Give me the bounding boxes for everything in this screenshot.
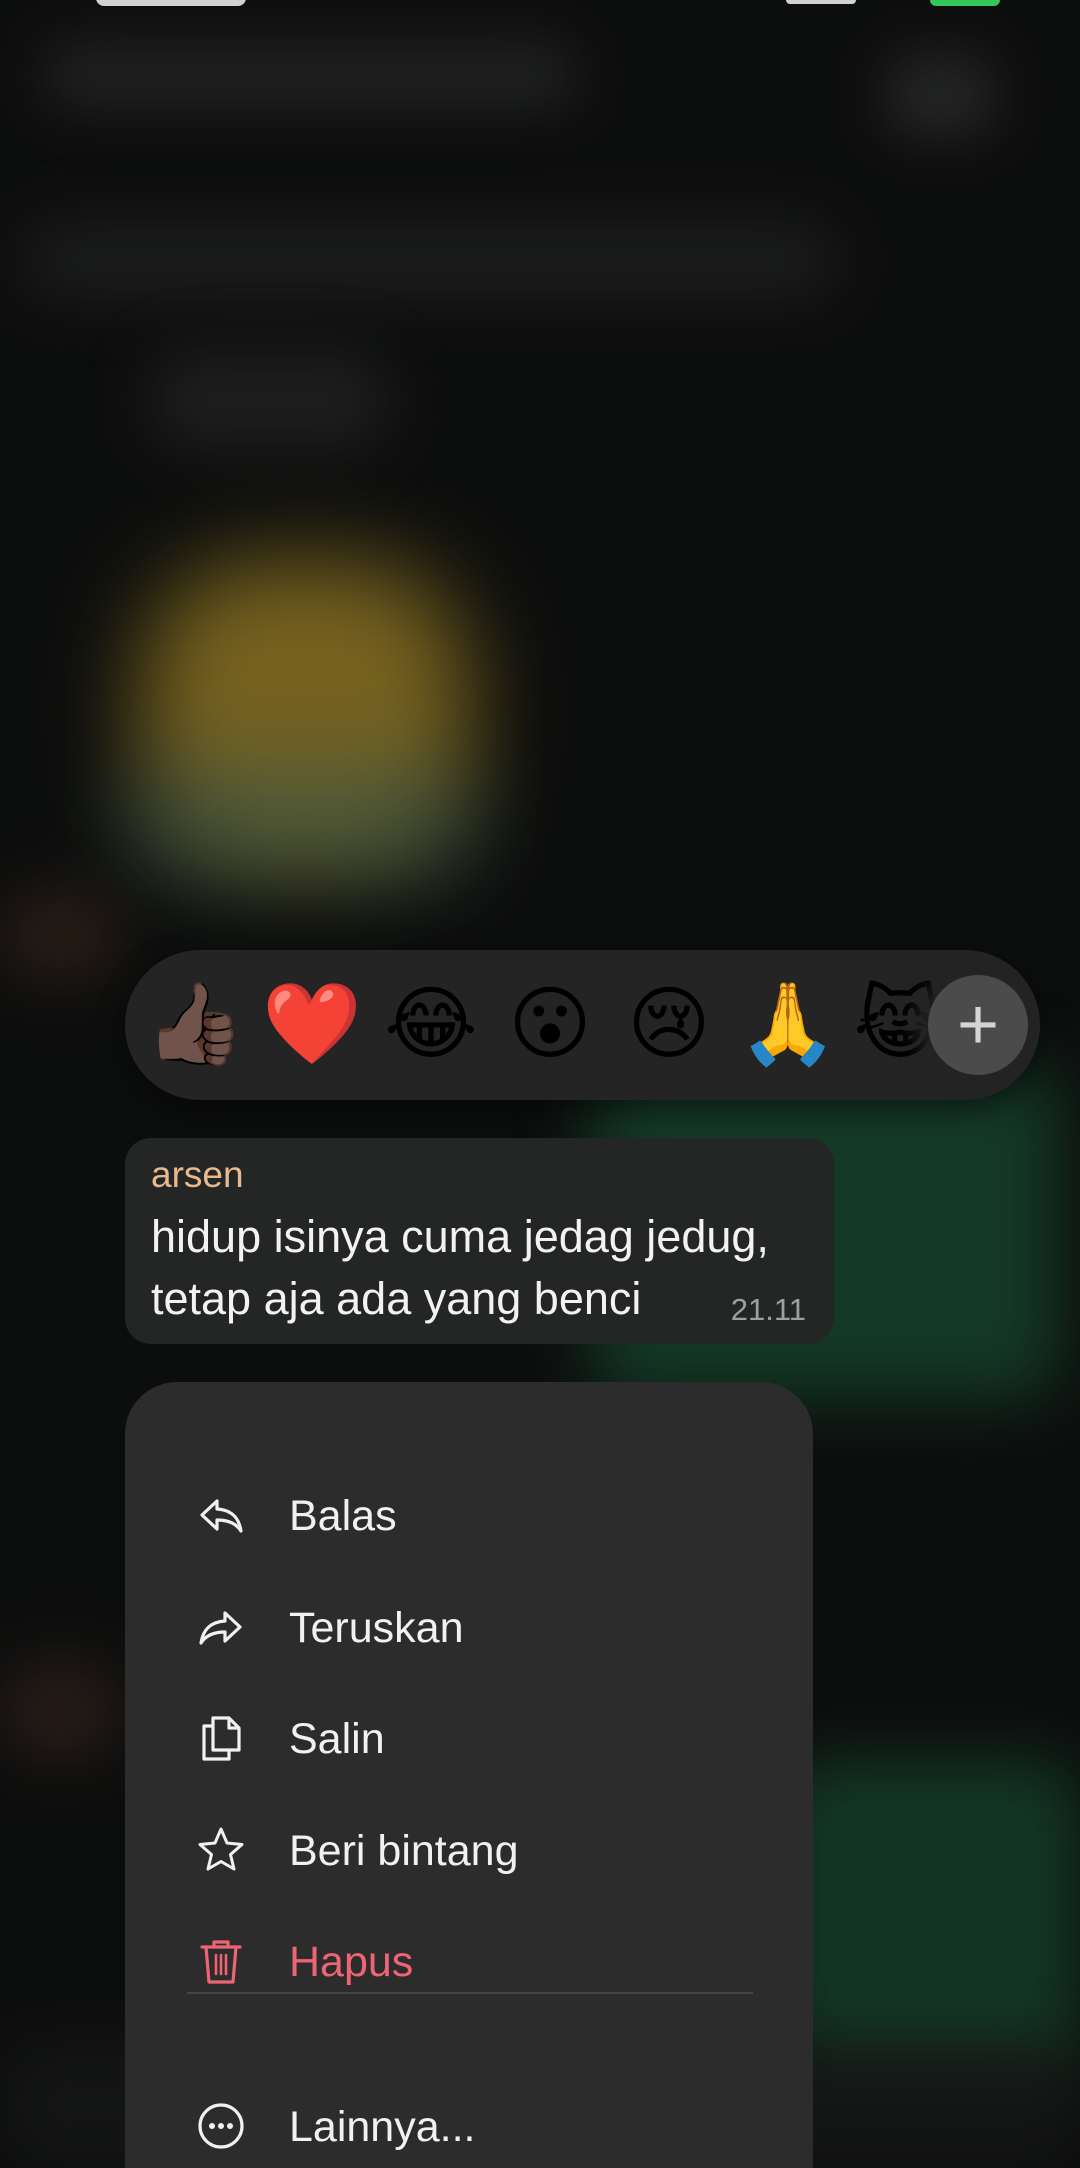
menu-item-more[interactable]: Lainnya... [125, 2075, 813, 2168]
clock-indicator [96, 0, 246, 6]
message-line: tetap aja ada yang benci [151, 1273, 642, 1324]
screen: 👍🏿 ❤️ 😂 😮 😢 🙏 😹 + arsen hidup isinya cum… [0, 0, 1080, 2168]
menu-item-label: Salin [289, 1715, 385, 1763]
plus-icon: + [956, 985, 1000, 1065]
sender-name: arsen [151, 1154, 244, 1195]
reply-icon [200, 1499, 243, 1533]
message-timestamp: 21.11 [730, 1292, 806, 1327]
more-reactions-button[interactable]: + [928, 975, 1028, 1075]
battery-icon [930, 0, 1000, 6]
reaction-crying[interactable]: 😢 [619, 972, 719, 1076]
menu-item-copy[interactable]: Salin [125, 1687, 813, 1787]
menu-item-label: Hapus [289, 1938, 414, 1986]
reaction-surprised[interactable]: 😮 [500, 972, 600, 1076]
menu-item-label: Lainnya... [289, 2103, 476, 2151]
reaction-laughing[interactable]: 😂 [381, 972, 481, 1076]
signal-icon [786, 0, 856, 4]
message-text: hidup isinya cuma jedag jedug, tetap aja… [151, 1206, 791, 1330]
menu-item-forward[interactable]: Teruskan [125, 1576, 813, 1676]
star-icon [198, 1827, 244, 1871]
menu-item-delete[interactable]: Hapus [125, 1910, 813, 2010]
menu-item-label: Teruskan [289, 1604, 464, 1652]
status-bar [0, 0, 1080, 20]
menu-item-label: Beri bintang [289, 1827, 519, 1875]
copy-icon [202, 1716, 241, 1761]
reaction-picker: 👍🏿 ❤️ 😂 😮 😢 🙏 😹 + [125, 950, 1040, 1100]
message-bubble: arsen hidup isinya cuma jedag jedug, tet… [125, 1138, 834, 1344]
message-action-menu: Balas Teruskan Salin Beri bintang Hapus … [125, 1382, 813, 2168]
trash-icon [200, 1940, 242, 1984]
menu-divider [187, 1992, 753, 1994]
forward-icon [199, 1611, 242, 1645]
more-icon [198, 2103, 244, 2149]
menu-item-reply[interactable]: Balas [125, 1464, 813, 1564]
reaction-heart[interactable]: ❤️ [262, 972, 362, 1076]
menu-item-label: Balas [289, 1492, 397, 1540]
message-line: hidup isinya cuma jedag jedug, [151, 1211, 769, 1262]
reaction-pray[interactable]: 🙏 [738, 972, 838, 1076]
reaction-thumbs-up[interactable]: 👍🏿 [145, 972, 245, 1076]
menu-item-star[interactable]: Beri bintang [125, 1799, 813, 1899]
